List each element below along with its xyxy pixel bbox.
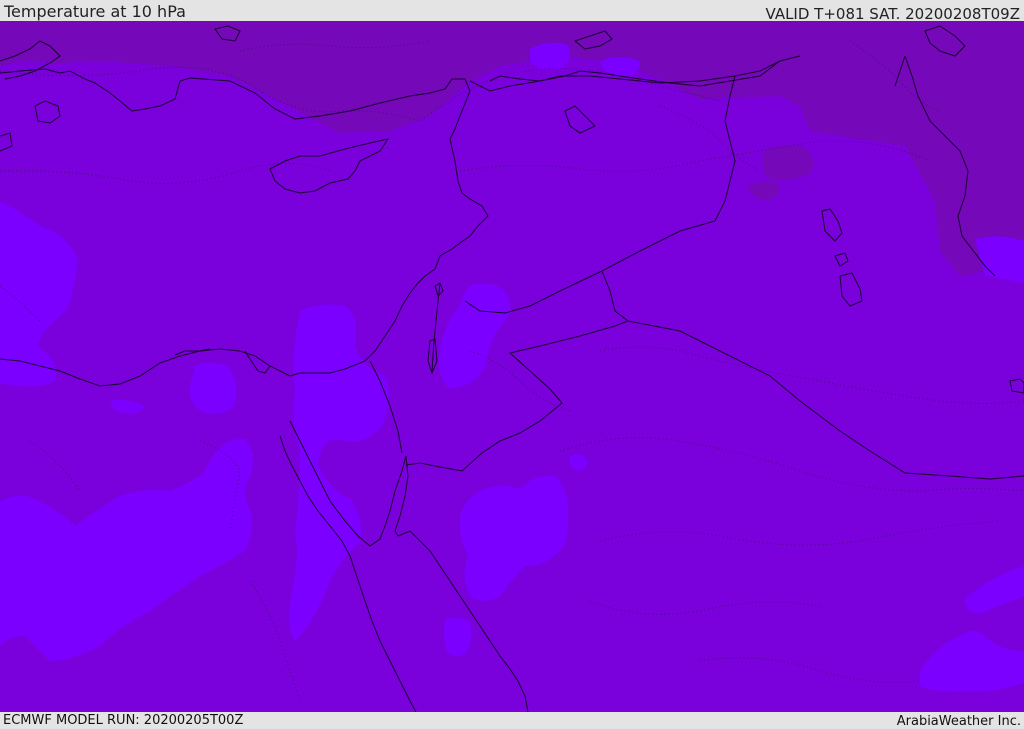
warm-patch-small (444, 617, 472, 657)
map-canvas (0, 21, 1024, 712)
header-bar: Temperature at 10 hPa VALID T+081 SAT. 2… (0, 0, 1024, 23)
cold-patch-1 (762, 145, 814, 181)
warm-field-egypt-north (189, 362, 237, 414)
credit-label: ArabiaWeather Inc. (896, 714, 1021, 729)
model-run: ECMWF MODEL RUN: 20200205T00Z (3, 713, 244, 728)
valid-time: VALID T+081 SAT. 20200208T09Z (765, 5, 1020, 23)
footer-bar: ECMWF MODEL RUN: 20200205T00Z ArabiaWeat… (0, 712, 1024, 729)
weather-map[interactable] (0, 21, 1024, 712)
map-title: Temperature at 10 hPa (4, 2, 186, 21)
